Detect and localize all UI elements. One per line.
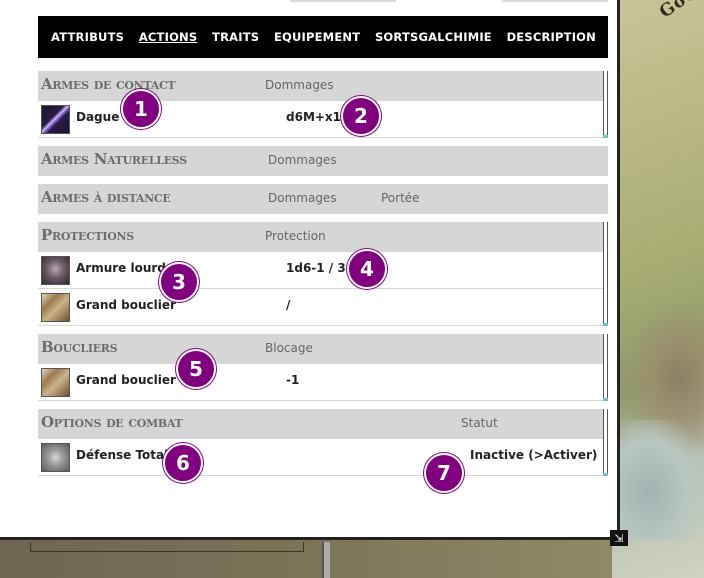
combat-options-header: Options de combat Statut	[38, 409, 608, 439]
item-name[interactable]: Grand bouclier	[76, 373, 176, 387]
column-header-damage: Dommages	[268, 191, 337, 205]
shield-icon	[41, 368, 70, 397]
section-title: Armes de contact	[41, 75, 176, 93]
section-title: Armes à distance	[41, 188, 171, 206]
dagger-icon	[41, 105, 70, 134]
section-title: Protections	[41, 226, 134, 244]
section-title: Options de combat	[41, 413, 183, 431]
scrollbar[interactable]	[603, 334, 608, 401]
ranged-weapons-section: Armes à distance Dommages Portée	[38, 184, 608, 214]
item-name[interactable]: Armure lourde	[76, 261, 174, 275]
item-value[interactable]: 1d6-1 / 3	[286, 261, 346, 275]
tab-description[interactable]: DESCRIPTION	[507, 30, 596, 44]
natural-weapons-section: Armes Naturelless Dommages	[38, 146, 608, 176]
annotation-badge: 6	[163, 443, 203, 483]
tab-sorts-alchimie[interactable]: SORTSGALCHIMIE	[375, 30, 492, 44]
tab-bar: ATTRIBUTS ACTIONS TRAITS EQUIPEMENT SORT…	[38, 16, 608, 58]
table-row[interactable]: Armure lourde 1d6-1 / 3	[38, 252, 608, 289]
natural-weapons-header: Armes Naturelless Dommages	[38, 146, 608, 176]
tab-actions[interactable]: ACTIONS	[139, 30, 198, 44]
background-post	[322, 542, 330, 578]
column-header-range: Portée	[381, 191, 420, 205]
shields-section: Boucliers Blocage Grand bouclier -1	[38, 334, 608, 401]
armor-icon	[41, 256, 70, 285]
scrollbar[interactable]	[603, 409, 608, 476]
activate-toggle[interactable]: Inactive (>Activer)	[470, 448, 597, 462]
table-row[interactable]: Grand bouclier -1	[38, 364, 608, 401]
top-strip	[290, 0, 396, 2]
column-header-block: Blocage	[265, 341, 313, 355]
top-strip	[502, 0, 608, 2]
background-map	[612, 0, 704, 578]
annotation-badge: 2	[341, 96, 381, 136]
tab-equipement[interactable]: EQUIPEMENT	[274, 30, 360, 44]
annotation-badge: 4	[347, 249, 387, 289]
annotation-badge: 5	[176, 349, 216, 389]
tab-traits[interactable]: TRAITS	[212, 30, 259, 44]
column-header-protection: Protection	[265, 229, 326, 243]
item-name[interactable]: Défense Totale	[76, 448, 176, 462]
annotation-badge: 3	[159, 262, 199, 302]
annotation-badge: 7	[424, 453, 464, 493]
table-row[interactable]: Défense Totale Inactive (>Activer)	[38, 439, 608, 476]
shields-header: Boucliers Blocage	[38, 334, 608, 364]
item-name[interactable]: Dague	[76, 110, 119, 124]
combat-options-section: Options de combat Statut Défense Totale …	[38, 409, 608, 476]
column-header-damage: Dommages	[265, 78, 334, 92]
protections-section: Protections Protection Armure lourde 1d6…	[38, 222, 608, 326]
background-frame	[30, 542, 304, 552]
axes-icon	[41, 443, 70, 472]
item-name[interactable]: Grand bouclier	[76, 298, 176, 312]
scrollbar[interactable]	[603, 71, 608, 138]
shield-icon	[41, 293, 70, 322]
protections-header: Protections Protection	[38, 222, 608, 252]
item-value[interactable]: d6M+x1	[286, 110, 341, 124]
table-row[interactable]: Grand bouclier /	[38, 289, 608, 326]
column-header-damage: Dommages	[268, 153, 337, 167]
map-water	[612, 420, 704, 540]
resize-handle-icon[interactable]: ⇲	[610, 530, 628, 546]
section-title: Boucliers	[41, 338, 118, 356]
item-value[interactable]: -1	[286, 373, 299, 387]
tab-attributs[interactable]: ATTRIBUTS	[51, 30, 124, 44]
melee-weapons-header: Armes de contact Dommages	[38, 71, 608, 101]
character-sheet: ATTRIBUTS ACTIONS TRAITS EQUIPEMENT SORT…	[0, 0, 628, 546]
column-header-status: Statut	[461, 416, 498, 430]
ranged-weapons-header: Armes à distance Dommages Portée	[38, 184, 608, 214]
section-title: Armes Naturelless	[41, 150, 187, 168]
item-value[interactable]: /	[286, 298, 290, 312]
annotation-badge: 1	[121, 89, 161, 129]
scrollbar[interactable]	[603, 222, 608, 326]
